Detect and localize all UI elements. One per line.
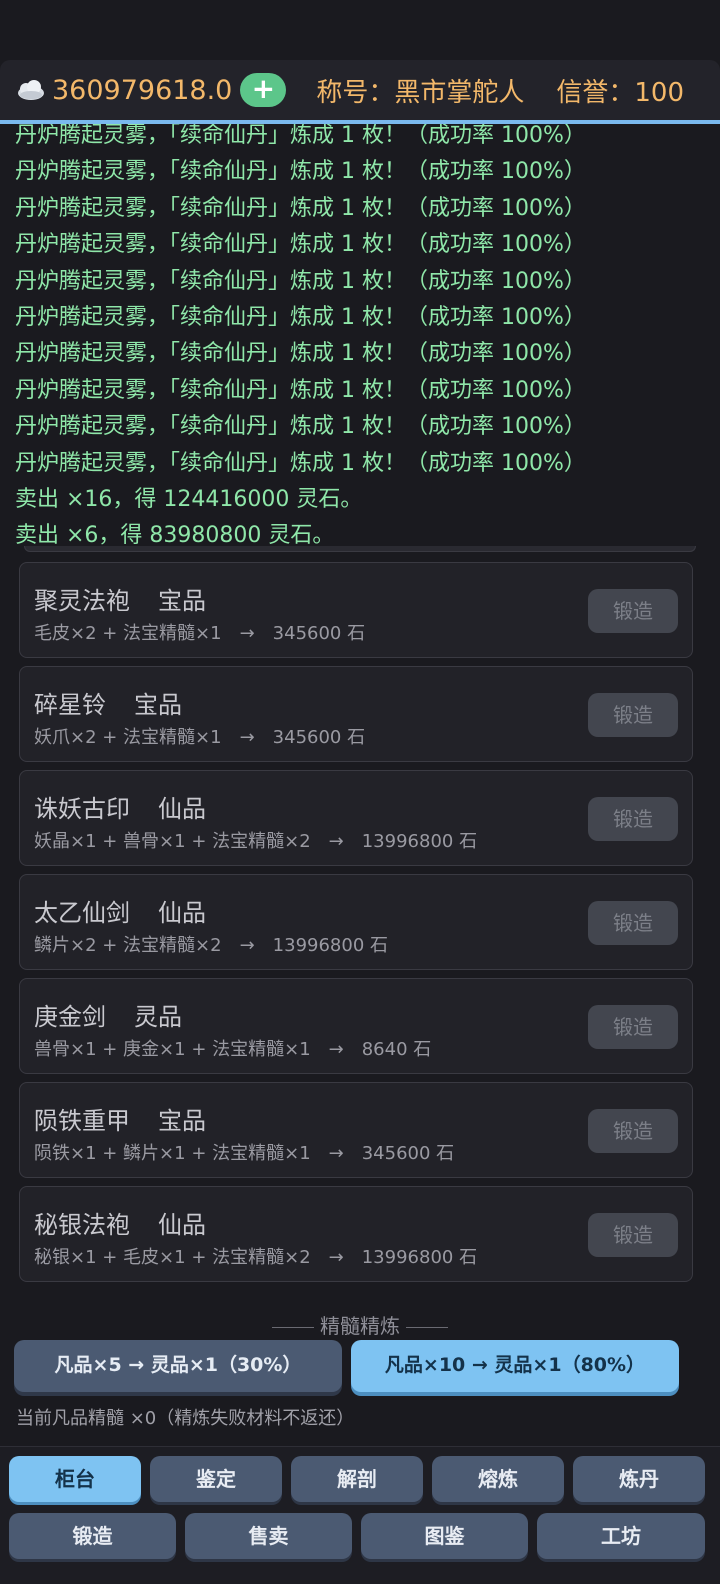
player-title: 称号：黑市掌舵人 xyxy=(316,77,525,108)
refine-title-text: 精髓精炼 xyxy=(320,1314,400,1338)
spirit-stone-balance: 360979618.0 xyxy=(52,74,233,106)
nav-dissect[interactable]: 解剖 xyxy=(291,1456,423,1502)
recipe-grade: 宝品 xyxy=(134,691,182,719)
recipe-card: 庚金剑 灵品 兽骨×1 + 庚金×1 + 法宝精髓×1 → 8640 石 锻造 xyxy=(19,978,693,1074)
refine-option-5-button[interactable]: 凡品×5 → 灵品×1（30%） xyxy=(14,1340,342,1392)
nav-smelt[interactable]: 熔炼 xyxy=(432,1456,564,1502)
forge-button[interactable]: 锻造 xyxy=(588,1213,678,1257)
log-line: 丹炉腾起灵雾，「续命仙丹」炼成 1 枚！（成功率 100%） xyxy=(15,377,586,403)
forge-button[interactable]: 锻造 xyxy=(588,589,678,633)
recipe-formula: 妖爪×2 + 法宝精髓×1 → 345600 石 xyxy=(34,727,366,748)
recipe-name: 碎星铃 xyxy=(34,691,106,719)
log-line: 丹炉腾起灵雾，「续命仙丹」炼成 1 枚！（成功率 100%） xyxy=(15,195,586,221)
recipe-formula: 陨铁×1 + 鳞片×1 + 法宝精髓×1 → 345600 石 xyxy=(34,1143,455,1164)
recipe-title: 太乙仙剑 仙品 xyxy=(34,893,206,928)
recipe-grade: 宝品 xyxy=(158,587,206,615)
nav-appraise[interactable]: 鉴定 xyxy=(150,1456,282,1502)
log-line: 丹炉腾起灵雾，「续命仙丹」炼成 1 枚！（成功率 100%） xyxy=(15,124,586,148)
log-line: 丹炉腾起灵雾，「续命仙丹」炼成 1 枚！（成功率 100%） xyxy=(15,414,586,440)
recipe-card: 秘银法袍 仙品 秘银×1 + 毛皮×1 + 法宝精髓×2 → 13996800 石… xyxy=(19,1186,693,1282)
log-line: 丹炉腾起灵雾，「续命仙丹」炼成 1 枚！（成功率 100%） xyxy=(15,159,586,185)
recipe-card: 诛妖古印 仙品 妖晶×1 + 兽骨×1 + 法宝精髓×2 → 13996800 石… xyxy=(19,770,693,866)
recipe-card: 太乙仙剑 仙品 鳞片×2 + 法宝精髓×2 → 13996800 石 锻造 xyxy=(19,874,693,970)
forge-button[interactable]: 锻造 xyxy=(588,1005,678,1049)
player-credit: 信誉：100 xyxy=(556,77,685,108)
forge-button[interactable]: 锻造 xyxy=(588,901,678,945)
nav-alchemy[interactable]: 炼丹 xyxy=(573,1456,705,1502)
forge-button[interactable]: 锻造 xyxy=(588,693,678,737)
recipe-title: 聚灵法袍 宝品 xyxy=(34,581,206,616)
recipe-formula: 秘银×1 + 毛皮×1 + 法宝精髓×2 → 13996800 石 xyxy=(34,1247,478,1268)
recipe-name: 陨铁重甲 xyxy=(34,1107,130,1135)
forge-recipe-list: 聚灵法袍 宝品 毛皮×2 + 法宝精髓×1 → 345600 石 锻造 碎星铃 宝品… xyxy=(19,562,693,1290)
event-log[interactable]: 丹炉腾起灵雾，「续命仙丹」炼成 1 枚！（成功率 100%） 丹炉腾起灵雾，「续… xyxy=(0,124,720,552)
divider xyxy=(272,1327,314,1328)
recipe-card: 聚灵法袍 宝品 毛皮×2 + 法宝精髓×1 → 345600 石 锻造 xyxy=(19,562,693,658)
log-line: 丹炉腾起灵雾，「续命仙丹」炼成 1 枚！（成功率 100%） xyxy=(15,450,586,476)
recipe-title: 秘银法袍 仙品 xyxy=(34,1205,206,1240)
nav-workshop[interactable]: 工坊 xyxy=(537,1513,705,1559)
forge-button[interactable]: 锻造 xyxy=(588,797,678,841)
log-line: 丹炉腾起灵雾，「续命仙丹」炼成 1 枚！（成功率 100%） xyxy=(15,341,586,367)
recipe-formula: 妖晶×1 + 兽骨×1 + 法宝精髓×2 → 13996800 石 xyxy=(34,831,478,852)
log-line: 丹炉腾起灵雾，「续命仙丹」炼成 1 枚！（成功率 100%） xyxy=(15,232,586,258)
recipe-grade: 灵品 xyxy=(134,1003,182,1031)
refine-option-10-button[interactable]: 凡品×10 → 灵品×1（80%） xyxy=(351,1340,679,1392)
recipe-name: 太乙仙剑 xyxy=(34,899,130,927)
divider xyxy=(406,1327,448,1328)
log-line: 卖出 ×16，得 124416000 灵石。 xyxy=(15,487,363,513)
recipe-grade: 仙品 xyxy=(158,899,206,927)
refine-section-title: 精髓精炼 xyxy=(0,1310,720,1339)
nav-counter[interactable]: 柜台 xyxy=(9,1456,141,1502)
nav-forge[interactable]: 锻造 xyxy=(9,1513,176,1559)
recipe-card: 陨铁重甲 宝品 陨铁×1 + 鳞片×1 + 法宝精髓×1 → 345600 石 锻… xyxy=(19,1082,693,1178)
recipe-title: 碎星铃 宝品 xyxy=(34,685,182,720)
forge-button[interactable]: 锻造 xyxy=(588,1109,678,1153)
recipe-name: 庚金剑 xyxy=(34,1003,106,1031)
add-stones-button[interactable]: + xyxy=(240,73,287,107)
nav-sell[interactable]: 售卖 xyxy=(185,1513,352,1559)
recipe-grade: 仙品 xyxy=(158,1211,206,1239)
recipe-card: 碎星铃 宝品 妖爪×2 + 法宝精髓×1 → 345600 石 锻造 xyxy=(19,666,693,762)
bottom-nav: 柜台 鉴定 解剖 熔炼 炼丹 锻造 售卖 图鉴 工坊 xyxy=(0,1446,720,1584)
panel-edge xyxy=(24,546,696,552)
recipe-title: 诛妖古印 仙品 xyxy=(34,789,206,824)
recipe-name: 诛妖古印 xyxy=(34,795,130,823)
recipe-name: 秘银法袍 xyxy=(34,1211,130,1239)
log-line: 丹炉腾起灵雾，「续命仙丹」炼成 1 枚！（成功率 100%） xyxy=(15,268,586,294)
recipe-formula: 鳞片×2 + 法宝精髓×2 → 13996800 石 xyxy=(34,935,389,956)
nav-codex[interactable]: 图鉴 xyxy=(361,1513,528,1559)
recipe-title: 陨铁重甲 宝品 xyxy=(34,1101,206,1136)
recipe-formula: 兽骨×1 + 庚金×1 + 法宝精髓×1 → 8640 石 xyxy=(34,1039,432,1060)
recipe-title: 庚金剑 灵品 xyxy=(34,997,182,1032)
recipe-grade: 宝品 xyxy=(158,1107,206,1135)
status-header: 360979618.0 + 称号：黑市掌舵人 信誉：100 xyxy=(0,60,720,124)
log-line: 丹炉腾起灵雾，「续命仙丹」炼成 1 枚！（成功率 100%） xyxy=(15,305,586,331)
recipe-formula: 毛皮×2 + 法宝精髓×1 → 345600 石 xyxy=(34,623,366,644)
recipe-name: 聚灵法袍 xyxy=(34,587,130,615)
spirit-stone-icon xyxy=(16,78,46,102)
essence-count-note: 当前凡品精髓 ×0（精炼失败材料不返还） xyxy=(16,1408,355,1429)
recipe-grade: 仙品 xyxy=(158,795,206,823)
